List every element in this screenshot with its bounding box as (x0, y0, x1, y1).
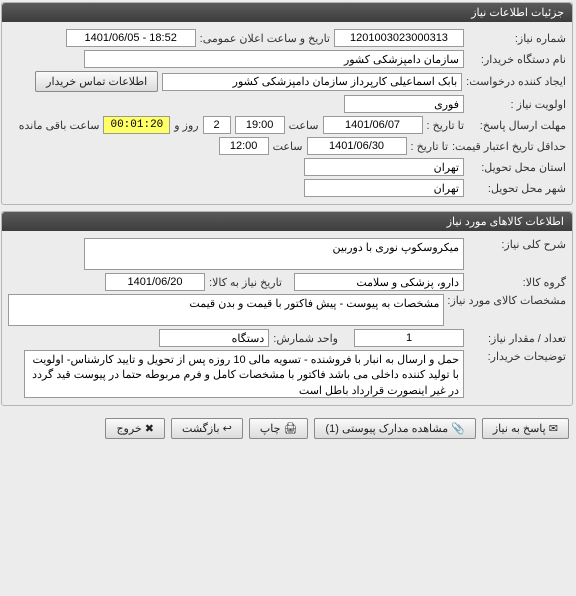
reply-label: پاسخ به نیاز (494, 423, 547, 435)
deadline-date-field[interactable] (324, 116, 424, 134)
print-label: چاپ (261, 423, 282, 435)
priority-field[interactable] (345, 95, 465, 113)
to-date-label-1: تا تاریخ : (428, 119, 465, 132)
province-field[interactable] (305, 158, 465, 176)
spec-field[interactable]: مشخصات به پیوست - پیش فاکتور با قیمت و ب… (9, 294, 445, 326)
validity-date-field[interactable] (308, 137, 408, 155)
buyer-note-label: توضیحات خریدار: (469, 350, 567, 363)
print-icon: 🖨 (284, 423, 298, 435)
attachments-button[interactable]: 📎 مشاهده مدارک پیوستی (1) (315, 418, 476, 439)
time-label-2: ساعت (274, 140, 304, 153)
qty-field[interactable] (355, 329, 465, 347)
need-details-header: جزئیات اطلاعات نیاز (3, 3, 573, 22)
unit-label: واحد شمارش: (274, 332, 339, 345)
desc-label: شرح کلی نیاز: (469, 238, 567, 251)
timer-suffix: ساعت باقی مانده (20, 119, 101, 132)
announce-date-label: تاریخ و ساعت اعلان عمومی: (201, 32, 331, 45)
group-field[interactable] (295, 273, 465, 291)
unit-field[interactable] (160, 329, 270, 347)
need-date-label: تاریخ نیاز به کالا: (210, 276, 283, 289)
need-details-panel: جزئیات اطلاعات نیاز شماره نیاز: تاریخ و … (2, 2, 574, 205)
deadline-time-field[interactable] (236, 116, 286, 134)
attachment-icon: 📎 (452, 423, 466, 435)
province-label: استان محل تحویل: (469, 161, 567, 174)
exit-label: خروج (117, 423, 142, 435)
days-remaining-field[interactable] (204, 116, 232, 134)
reply-button[interactable]: ✉ پاسخ به نیاز (483, 418, 570, 439)
group-label: گروه کالا: (469, 276, 567, 289)
desc-field[interactable]: میکروسکوپ نوری با دوربین (85, 238, 465, 270)
need-number-label: شماره نیاز: (469, 32, 567, 45)
need-number-field[interactable] (335, 29, 465, 47)
back-label: بازگشت (183, 423, 221, 435)
qty-label: تعداد / مقدار نیاز: (469, 332, 567, 345)
days-suffix: روز و (175, 119, 199, 132)
buyer-note-field[interactable]: حمل و ارسال به انبار با فروشنده - تسویه … (25, 350, 465, 398)
reply-icon: ✉ (550, 423, 559, 435)
priority-label: اولویت نیاز : (469, 98, 567, 111)
print-button[interactable]: 🖨 چاپ (250, 418, 310, 439)
footer-toolbar: ✉ پاسخ به نیاز 📎 مشاهده مدارک پیوستی (1)… (0, 412, 576, 445)
back-button[interactable]: ↩ بازگشت (172, 418, 244, 439)
deadline-label: مهلت ارسال پاسخ: (469, 119, 567, 132)
buyer-org-field[interactable] (85, 50, 465, 68)
requester-label: ایجاد کننده درخواست: (467, 75, 567, 88)
validity-label: حداقل تاریخ اعتبار قیمت: (453, 140, 567, 153)
announce-date-field[interactable] (67, 29, 197, 47)
validity-time-field[interactable] (220, 137, 270, 155)
attachments-label: مشاهده مدارک پیوستی (1) (326, 423, 449, 435)
exit-icon: ✖ (146, 423, 155, 435)
exit-button[interactable]: ✖ خروج (106, 418, 166, 439)
goods-info-header: اطلاعات کالاهای مورد نیاز (3, 212, 573, 231)
need-date-field[interactable] (106, 273, 206, 291)
goods-info-panel: اطلاعات کالاهای مورد نیاز شرح کلی نیاز: … (2, 211, 574, 406)
back-icon: ↩ (224, 423, 233, 435)
city-label: شهر محل تحویل: (469, 182, 567, 195)
buyer-contact-button[interactable]: اطلاعات تماس خریدار (36, 71, 159, 92)
to-date-label-2: تا تاریخ : (412, 140, 449, 153)
buyer-org-label: نام دستگاه خریدار: (469, 53, 567, 66)
city-field[interactable] (305, 179, 465, 197)
spec-label: مشخصات کالای مورد نیاز: (449, 294, 567, 307)
time-label-1: ساعت (290, 119, 320, 132)
requester-field[interactable] (163, 73, 463, 91)
countdown-timer: 00:01:20 (104, 116, 171, 134)
